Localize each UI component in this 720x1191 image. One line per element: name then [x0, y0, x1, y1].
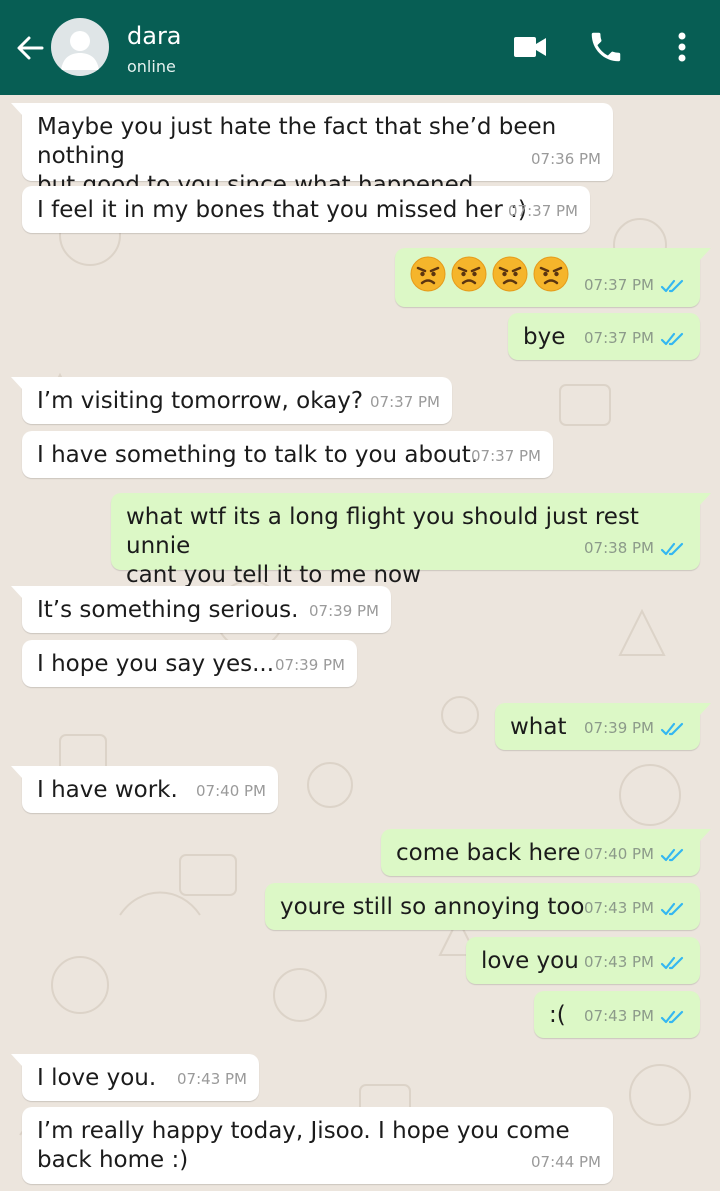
message-time: 07:37 PM — [584, 276, 654, 294]
default-avatar-icon — [61, 31, 99, 70]
message-bubble-incoming[interactable]: I feel it in my bones that you missed he… — [22, 186, 590, 233]
message-time: 07:37 PM — [370, 393, 440, 411]
message-time: 07:43 PM — [584, 1007, 654, 1025]
read-receipt-icon — [660, 902, 684, 915]
read-receipt-icon — [660, 722, 684, 735]
message-bubble-outgoing[interactable]: love you 07:43 PM — [466, 937, 700, 984]
angry-face-emoji-icon — [410, 256, 446, 292]
message-bubble-outgoing[interactable]: what wtf its a long flight you should ju… — [111, 493, 711, 588]
back-arrow-icon[interactable] — [12, 30, 48, 66]
message-bubble-incoming[interactable]: It’s something serious. 07:39 PM — [11, 586, 391, 633]
message-time: 07:39 PM — [275, 656, 345, 674]
message-text: I’m really happy today, Jisoo. I hope yo… — [37, 1118, 570, 1173]
read-receipt-icon — [660, 279, 684, 292]
message-time: 07:37 PM — [471, 447, 541, 465]
message-time: 07:43 PM — [584, 899, 654, 917]
angry-face-emoji-icon — [533, 256, 569, 292]
message-bubble-incoming[interactable]: Maybe you just hate the fact that she’d … — [11, 103, 613, 198]
read-receipt-icon — [660, 848, 684, 861]
read-receipt-icon — [660, 956, 684, 969]
message-time: 07:37 PM — [584, 329, 654, 347]
message-time: 07:39 PM — [584, 719, 654, 737]
more-options-icon[interactable] — [668, 28, 696, 66]
message-bubble-incoming[interactable]: I’m really happy today, Jisoo. I hope yo… — [22, 1107, 613, 1184]
message-bubble-incoming[interactable]: I have something to talk to you about. 0… — [22, 431, 553, 478]
chat-header: dara online — [0, 0, 720, 95]
message-bubble-outgoing[interactable]: come back here 07:40 PM — [381, 829, 711, 876]
message-bubble-incoming[interactable]: I hope you say yes... 07:39 PM — [22, 640, 357, 687]
message-time: 07:40 PM — [584, 845, 654, 863]
message-list[interactable]: Maybe you just hate the fact that she’d … — [0, 95, 720, 1191]
message-time: 07:43 PM — [177, 1070, 247, 1088]
message-bubble-incoming[interactable]: I have work. 07:40 PM — [11, 766, 278, 813]
message-time: 07:40 PM — [196, 782, 266, 800]
video-call-icon[interactable] — [512, 34, 548, 60]
message-bubble-outgoing[interactable]: youre still so annoying too 07:43 PM — [265, 883, 700, 930]
message-time: 07:38 PM — [584, 539, 654, 557]
message-text: I feel it in my bones that you missed he… — [37, 197, 527, 223]
message-bubble-outgoing[interactable]: bye 07:37 PM — [508, 313, 700, 360]
angry-face-emoji-icon — [492, 256, 528, 292]
angry-face-emoji-icon — [451, 256, 487, 292]
message-time: 07:36 PM — [531, 150, 601, 168]
read-receipt-icon — [660, 542, 684, 555]
message-time: 07:44 PM — [531, 1153, 601, 1171]
message-time: 07:39 PM — [309, 602, 379, 620]
contact-name[interactable]: dara — [127, 22, 182, 50]
voice-call-icon[interactable] — [587, 28, 625, 66]
message-time: 07:37 PM — [508, 202, 578, 220]
read-receipt-icon — [660, 332, 684, 345]
message-bubble-incoming[interactable]: I’m visiting tomorrow, okay? 07:37 PM — [11, 377, 452, 424]
message-bubble-incoming[interactable]: I love you. 07:43 PM — [11, 1054, 259, 1101]
message-time: 07:43 PM — [584, 953, 654, 971]
read-receipt-icon — [660, 1010, 684, 1023]
message-bubble-outgoing[interactable]: :( 07:43 PM — [534, 991, 700, 1038]
avatar[interactable] — [51, 18, 109, 76]
contact-status: online — [127, 57, 176, 76]
message-text: I have something to talk to you about. — [37, 442, 479, 468]
message-bubble-outgoing[interactable]: what 07:39 PM — [495, 703, 711, 750]
message-bubble-outgoing[interactable]: 07:37 PM — [395, 248, 711, 307]
